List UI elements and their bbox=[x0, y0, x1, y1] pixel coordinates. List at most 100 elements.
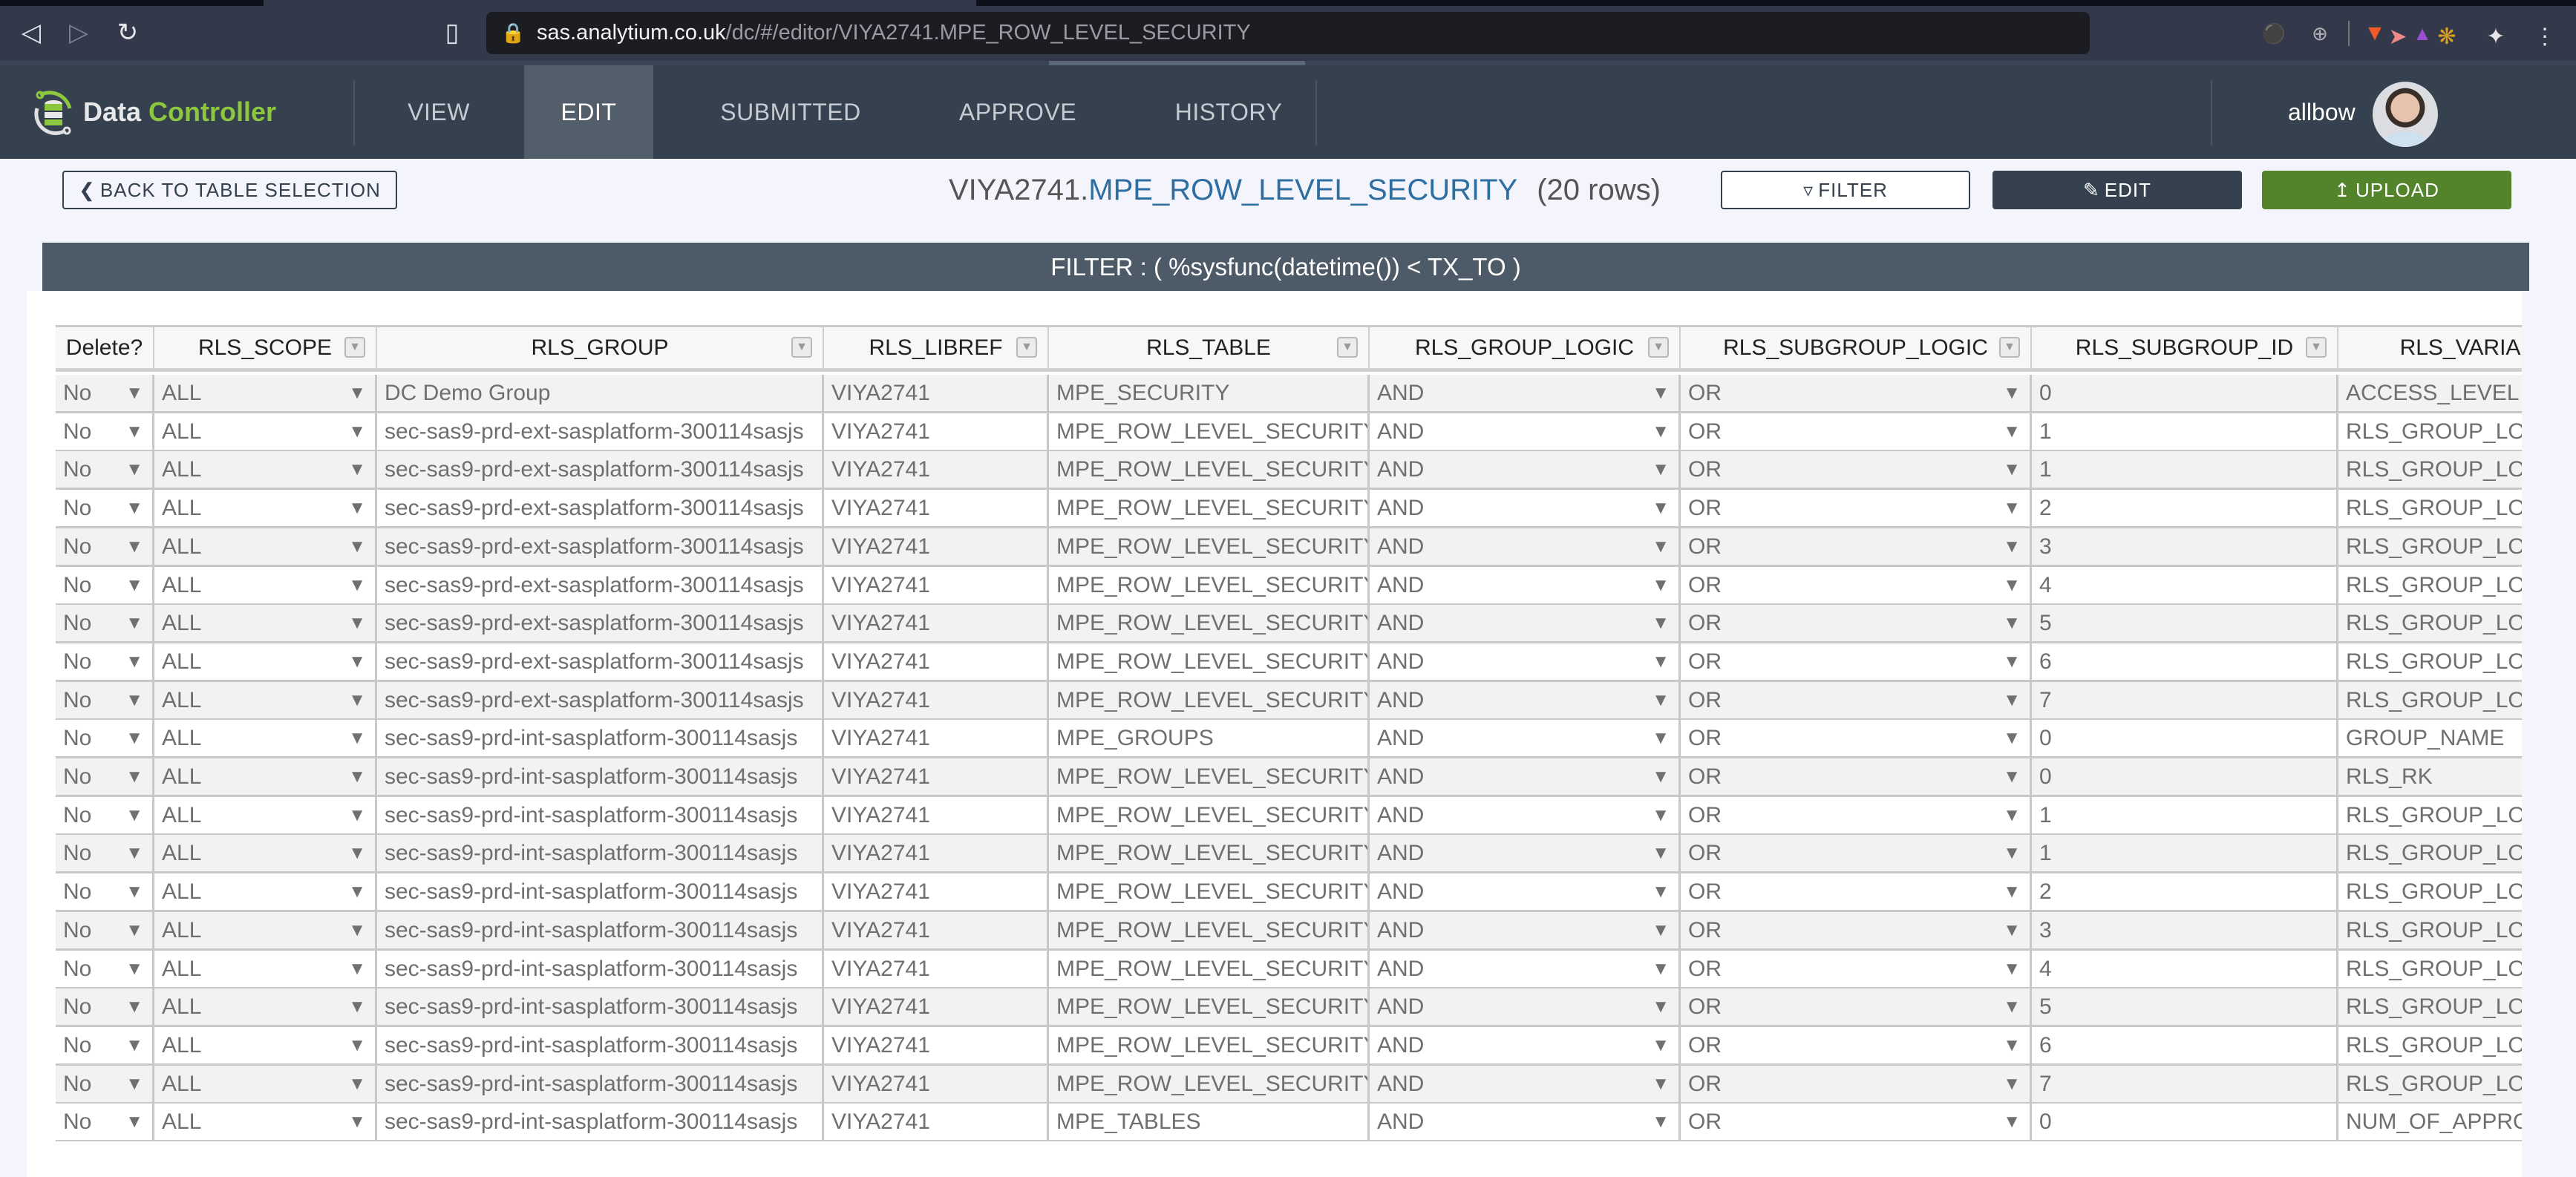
column-header[interactable]: RLS_SCOPE ▼ bbox=[154, 327, 377, 368]
table-cell[interactable]: sec-sas9-prd-int-sasplatform-300114sasjs bbox=[377, 758, 824, 795]
table-cell[interactable]: ACCESS_LEVEL bbox=[2338, 375, 2522, 411]
table-cell[interactable]: OR ▼ bbox=[1681, 681, 2032, 718]
dropdown-arrow-icon[interactable]: ▼ bbox=[348, 797, 366, 833]
address-bar[interactable]: 🔒 sas.analytium.co.uk/dc/#/editor/VIYA27… bbox=[486, 12, 2432, 54]
table-cell[interactable]: VIYA2741 bbox=[824, 605, 1049, 642]
table-cell[interactable]: sec-sas9-prd-int-sasplatform-300114sasjs bbox=[377, 835, 824, 872]
table-cell[interactable]: OR ▼ bbox=[1681, 950, 2032, 987]
table-cell[interactable]: No ▼ bbox=[56, 1026, 154, 1063]
table-cell[interactable]: VIYA2741 bbox=[824, 1026, 1049, 1063]
table-cell[interactable]: No ▼ bbox=[56, 375, 154, 411]
table-cell[interactable]: OR ▼ bbox=[1681, 720, 2032, 757]
table-cell[interactable]: VIYA2741 bbox=[824, 1065, 1049, 1102]
table-cell[interactable]: ALL ▼ bbox=[154, 911, 377, 948]
table-cell[interactable]: No ▼ bbox=[56, 835, 154, 872]
dropdown-arrow-icon[interactable]: ▼ bbox=[125, 835, 143, 871]
table-cell[interactable]: OR ▼ bbox=[1681, 1104, 2032, 1141]
table-cell[interactable]: RLS_RK bbox=[2338, 758, 2522, 795]
table-cell[interactable]: OR ▼ bbox=[1681, 643, 2032, 680]
table-cell[interactable]: AND ▼ bbox=[1370, 911, 1681, 948]
table-cell[interactable]: OR ▼ bbox=[1681, 835, 2032, 872]
column-filter-icon[interactable]: ▼ bbox=[2306, 337, 2327, 358]
table-cell[interactable]: VIYA2741 bbox=[824, 490, 1049, 527]
dropdown-arrow-icon[interactable]: ▼ bbox=[1652, 490, 1670, 526]
dropdown-arrow-icon[interactable]: ▼ bbox=[2003, 528, 2021, 565]
back-to-table-selection-button[interactable]: ❮ BACK TO TABLE SELECTION bbox=[62, 171, 397, 209]
table-cell[interactable]: ALL ▼ bbox=[154, 835, 377, 872]
table-cell[interactable]: ALL ▼ bbox=[154, 451, 377, 488]
table-cell[interactable]: sec-sas9-prd-ext-sasplatform-300114sasjs bbox=[377, 490, 824, 527]
dropdown-arrow-icon[interactable]: ▼ bbox=[2003, 835, 2021, 871]
dropdown-arrow-icon[interactable]: ▼ bbox=[348, 451, 366, 488]
table-cell[interactable]: sec-sas9-prd-int-sasplatform-300114sasjs bbox=[377, 989, 824, 1026]
table-cell[interactable]: AND ▼ bbox=[1370, 950, 1681, 987]
dropdown-arrow-icon[interactable]: ▼ bbox=[1652, 1027, 1670, 1063]
table-cell[interactable]: 0 bbox=[2032, 1104, 2338, 1141]
table-cell[interactable]: 6 bbox=[2032, 643, 2338, 680]
dropdown-arrow-icon[interactable]: ▼ bbox=[2003, 413, 2021, 450]
dropdown-arrow-icon[interactable]: ▼ bbox=[1652, 797, 1670, 833]
dropdown-arrow-icon[interactable]: ▼ bbox=[125, 873, 143, 910]
table-cell[interactable]: No ▼ bbox=[56, 796, 154, 833]
table-cell[interactable]: NUM_OF_APPRO bbox=[2338, 1104, 2522, 1140]
table-cell[interactable]: RLS_GROUP_LOG bbox=[2338, 797, 2522, 833]
column-filter-icon[interactable]: ▼ bbox=[1648, 337, 1669, 358]
table-cell[interactable]: ALL ▼ bbox=[154, 1026, 377, 1063]
table-cell[interactable]: AND ▼ bbox=[1370, 375, 1681, 411]
table-cell[interactable]: No ▼ bbox=[56, 873, 154, 911]
table-cell[interactable]: RLS_GROUP_LOG bbox=[2338, 1027, 2522, 1063]
table-cell[interactable]: AND ▼ bbox=[1370, 643, 1681, 680]
table-cell[interactable]: ALL ▼ bbox=[154, 413, 377, 450]
dropdown-arrow-icon[interactable]: ▼ bbox=[1652, 720, 1670, 756]
column-header[interactable]: RLS_GROUP_LOGIC ▼ bbox=[1370, 327, 1681, 368]
dropdown-arrow-icon[interactable]: ▼ bbox=[348, 758, 366, 795]
table-cell[interactable]: RLS_GROUP_LOG bbox=[2338, 413, 2522, 450]
dropdown-arrow-icon[interactable]: ▼ bbox=[1652, 643, 1670, 680]
dropdown-arrow-icon[interactable]: ▼ bbox=[2003, 490, 2021, 526]
lock-icon[interactable]: 🔒 bbox=[501, 21, 525, 45]
table-cell[interactable]: MPE_ROW_LEVEL_SECURITY bbox=[1049, 1065, 1370, 1102]
dropdown-arrow-icon[interactable]: ▼ bbox=[348, 951, 366, 987]
dropdown-arrow-icon[interactable]: ▼ bbox=[1652, 375, 1670, 411]
dropdown-arrow-icon[interactable]: ▼ bbox=[2003, 989, 2021, 1025]
dropdown-arrow-icon[interactable]: ▼ bbox=[2003, 873, 2021, 910]
dropdown-arrow-icon[interactable]: ▼ bbox=[348, 989, 366, 1025]
table-cell[interactable]: AND ▼ bbox=[1370, 490, 1681, 527]
table-cell[interactable]: sec-sas9-prd-int-sasplatform-300114sasjs bbox=[377, 796, 824, 833]
table-cell[interactable]: ALL ▼ bbox=[154, 758, 377, 795]
dropdown-arrow-icon[interactable]: ▼ bbox=[1652, 451, 1670, 488]
dropdown-arrow-icon[interactable]: ▼ bbox=[348, 1104, 366, 1140]
table-cell[interactable]: MPE_ROW_LEVEL_SECURITY bbox=[1049, 796, 1370, 833]
table-cell[interactable]: RLS_GROUP_LOG bbox=[2338, 912, 2522, 948]
table-cell[interactable]: No ▼ bbox=[56, 681, 154, 718]
dropdown-arrow-icon[interactable]: ▼ bbox=[2003, 1066, 2021, 1102]
nav-history[interactable]: HISTORY bbox=[1143, 65, 1314, 159]
table-cell[interactable]: ALL ▼ bbox=[154, 643, 377, 680]
forward-icon[interactable]: ▷ bbox=[62, 16, 95, 49]
table-cell[interactable]: sec-sas9-prd-ext-sasplatform-300114sasjs bbox=[377, 413, 824, 450]
table-cell[interactable]: OR ▼ bbox=[1681, 528, 2032, 565]
table-cell[interactable]: VIYA2741 bbox=[824, 566, 1049, 603]
table-cell[interactable]: VIYA2741 bbox=[824, 720, 1049, 757]
table-cell[interactable]: AND ▼ bbox=[1370, 758, 1681, 795]
table-cell[interactable]: No ▼ bbox=[56, 643, 154, 680]
dropdown-arrow-icon[interactable]: ▼ bbox=[125, 912, 143, 948]
dropdown-arrow-icon[interactable]: ▼ bbox=[348, 567, 366, 603]
table-cell[interactable]: ALL ▼ bbox=[154, 490, 377, 527]
dropdown-arrow-icon[interactable]: ▼ bbox=[348, 720, 366, 756]
reload-icon[interactable]: ↻ bbox=[111, 16, 144, 49]
dropdown-arrow-icon[interactable]: ▼ bbox=[125, 1104, 143, 1140]
table-cell[interactable]: OR ▼ bbox=[1681, 796, 2032, 833]
dropdown-arrow-icon[interactable]: ▼ bbox=[1652, 1066, 1670, 1102]
table-cell[interactable]: MPE_ROW_LEVEL_SECURITY bbox=[1049, 1026, 1370, 1063]
table-cell[interactable]: AND ▼ bbox=[1370, 1104, 1681, 1141]
table-cell[interactable]: OR ▼ bbox=[1681, 1065, 2032, 1102]
table-cell[interactable]: No ▼ bbox=[56, 1065, 154, 1102]
dropdown-arrow-icon[interactable]: ▼ bbox=[1652, 873, 1670, 910]
table-cell[interactable]: No ▼ bbox=[56, 528, 154, 565]
table-cell[interactable]: MPE_ROW_LEVEL_SECURITY bbox=[1049, 873, 1370, 911]
table-cell[interactable]: MPE_ROW_LEVEL_SECURITY bbox=[1049, 681, 1370, 718]
table-cell[interactable]: sec-sas9-prd-int-sasplatform-300114sasjs bbox=[377, 720, 824, 757]
active-tab[interactable] bbox=[264, 0, 976, 6]
table-cell[interactable]: 1 bbox=[2032, 413, 2338, 450]
